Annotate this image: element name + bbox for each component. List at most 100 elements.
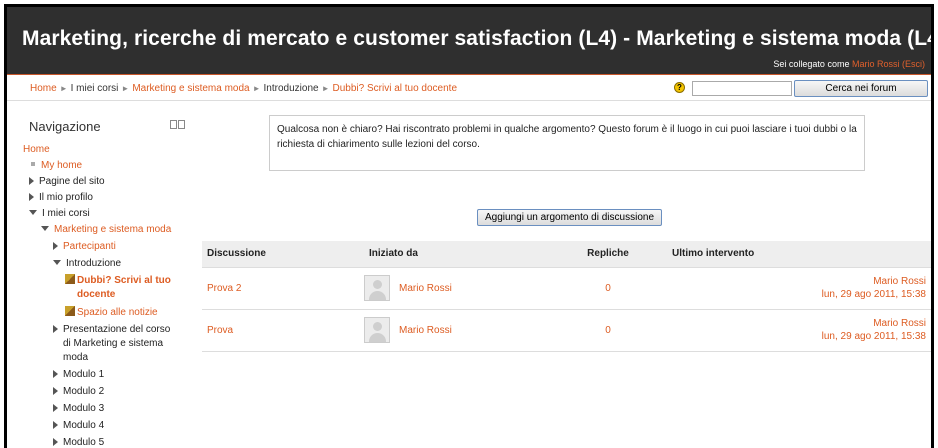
breadcrumb-course[interactable]: Marketing e sistema moda [132,83,249,94]
nav-presentation-line2: di Marketing e sistema [63,337,163,350]
starter-link[interactable]: Mario Rossi [399,325,452,336]
column-header-discussion[interactable]: Discussione [202,241,364,268]
logout-link[interactable]: (Esci) [902,59,925,69]
nav-module-2[interactable]: Modulo 2 [53,385,104,398]
nav-module-label: Modulo 3 [63,403,105,414]
navigation-block: Navigazione Home My home Pagine del sito… [23,113,195,448]
help-icon[interactable]: ? [674,82,685,93]
last-post-user-link[interactable]: Mario Rossi [873,276,926,287]
discussion-cell: Prova [202,309,364,352]
nav-forum-doubts-link[interactable]: Dubbi? Scrivi al tuo [77,275,171,286]
expand-icon[interactable] [53,370,58,378]
nav-presentation-line3: moda [63,351,88,364]
breadcrumb-home[interactable]: Home [30,83,57,94]
expand-icon[interactable] [53,421,58,429]
page-header: Marketing, ricerche di mercato e custome… [7,7,931,75]
replies-link[interactable]: 0 [605,325,611,336]
nav-site-pages-label: Pagine del sito [39,176,105,187]
avatar[interactable] [364,317,390,343]
nav-forum-doubts[interactable]: Dubbi? Scrivi al tuo [65,274,171,287]
nav-intro[interactable]: Introduzione [53,257,121,270]
discussion-link[interactable]: Prova 2 [207,283,241,294]
nav-home-link[interactable]: Home [23,144,50,155]
last-post-user-link[interactable]: Mario Rossi [873,318,926,329]
discussion-table: Discussione Iniziato da Repliche Ultimo … [202,241,931,352]
nav-my-profile[interactable]: Il mio profilo [29,191,93,204]
expand-icon[interactable] [53,387,58,395]
expand-icon[interactable] [53,438,58,446]
replies-cell: 0 [549,267,667,310]
nav-participants-link[interactable]: Partecipanti [63,241,116,252]
expand-icon[interactable] [53,404,58,412]
forum-search-button[interactable]: Cerca nei forum [794,80,928,97]
breadcrumb-separator: ► [121,84,130,93]
nav-site-pages[interactable]: Pagine del sito [29,175,105,188]
breadcrumb: Home ► I miei corsi ► Marketing e sistema mo… [30,83,457,94]
breadcrumb-separator: ► [59,84,68,93]
starter-link[interactable]: Mario Rossi [399,283,452,294]
replies-link[interactable]: 0 [605,283,611,294]
nav-course-link[interactable]: Marketing e sistema moda [54,224,171,235]
forum-icon [65,274,75,284]
nav-presentation[interactable]: Presentazione del corso [53,323,170,336]
nav-my-home-link[interactable]: My home [41,160,82,171]
breadcrumb-separator: ► [252,84,261,93]
nav-my-courses-label: I miei corsi [42,208,90,219]
expand-icon[interactable] [53,242,58,250]
last-post-date-link[interactable]: lun, 29 ago 2011, 15:38 [822,289,926,300]
dock-icon[interactable] [170,120,188,131]
login-info: Sei collegato come Mario Rossi (Esci) [773,59,925,69]
last-post-cell: Mario Rossi lun, 29 ago 2011, 15:38 [667,267,931,310]
nav-module-4[interactable]: Modulo 4 [53,419,104,432]
starter-cell: Mario Rossi [364,267,549,310]
column-header-last-post[interactable]: Ultimo intervento [667,241,931,268]
nav-presentation-label-line2: di Marketing e sistema [63,338,164,349]
course-title: Marketing, ricerche di mercato e custome… [22,27,934,50]
breadcrumb-separator: ► [321,84,330,93]
nav-presentation-label: Presentazione del corso [63,324,171,335]
forum-icon [65,306,75,316]
nav-forum-doubts-line2[interactable]: docente [77,288,115,301]
last-post-cell: Mario Rossi lun, 29 ago 2011, 15:38 [667,309,931,352]
login-prefix: Sei collegato come [773,59,850,69]
nav-my-courses[interactable]: I miei corsi [29,207,90,220]
navigation-block-header: Navigazione [23,113,195,141]
expand-icon[interactable] [53,325,58,333]
breadcrumb-forum[interactable]: Dubbi? Scrivi al tuo docente [333,83,458,94]
nav-news[interactable]: Spazio alle notizie [65,306,158,319]
forum-search-input[interactable] [692,81,792,96]
breadcrumb-section: Introduzione [263,83,319,94]
last-post-date-link[interactable]: lun, 29 ago 2011, 15:38 [822,331,926,342]
bullet-icon [31,162,35,166]
expand-icon[interactable] [29,193,34,201]
nav-my-home[interactable]: My home [29,159,82,172]
nav-module-label: Modulo 1 [63,369,105,380]
nav-presentation-label-line3: moda [63,352,89,363]
nav-module-3[interactable]: Modulo 3 [53,402,104,415]
column-header-replies[interactable]: Repliche [549,241,667,268]
nav-forum-doubts-link-line2[interactable]: docente [77,289,115,300]
column-header-starter[interactable]: Iniziato da [364,241,549,268]
page-frame: Marketing, ricerche di mercato e custome… [4,4,934,448]
avatar[interactable] [364,275,390,301]
nav-my-profile-label: Il mio profilo [39,192,93,203]
nav-module-label: Modulo 5 [63,437,105,448]
breadcrumb-my-courses: I miei corsi [70,83,119,94]
user-link[interactable]: Mario Rossi [852,59,900,69]
nav-participants[interactable]: Partecipanti [53,240,116,253]
collapse-icon[interactable] [29,210,37,215]
nav-news-link[interactable]: Spazio alle notizie [77,307,158,318]
table-row: Prova 2 Mario Rossi 0 Mario Rossi lun, 29… [202,267,931,310]
collapse-icon[interactable] [41,226,49,231]
nav-home[interactable]: Home [23,143,50,156]
expand-icon[interactable] [29,177,34,185]
navigation-title: Navigazione [29,119,101,134]
replies-cell: 0 [549,309,667,352]
nav-module-5[interactable]: Modulo 5 [53,436,104,448]
nav-course[interactable]: Marketing e sistema moda [41,223,171,236]
collapse-icon[interactable] [53,260,61,265]
discussion-link[interactable]: Prova [207,325,233,336]
nav-module-1[interactable]: Modulo 1 [53,368,104,381]
starter-cell: Mario Rossi [364,309,549,352]
add-discussion-button[interactable]: Aggiungi un argomento di discussione [477,209,662,226]
